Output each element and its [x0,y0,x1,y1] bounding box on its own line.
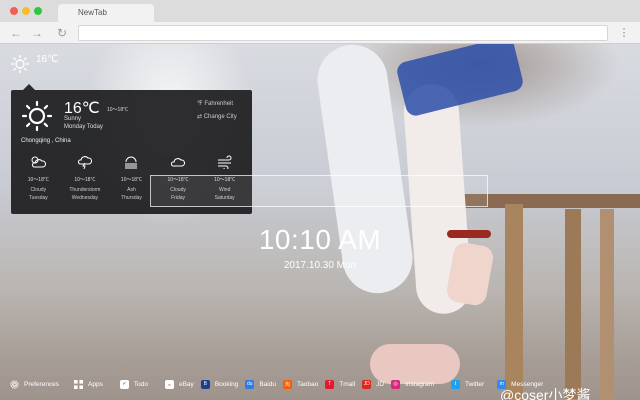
menu-button[interactable]: ⋮ [618,25,630,41]
booking-icon: B [200,379,210,389]
close-window-button[interactable] [10,7,18,15]
skirt [395,44,525,118]
taobao-icon: 淘 [282,379,292,389]
forecast-day: Wednesday [71,195,99,201]
forecast-day: Tuesday [28,195,48,201]
tab-bar: NewTab [0,0,640,22]
chair-leg [565,209,581,399]
baidu-label: Baidu [259,380,276,388]
apps-button[interactable]: Apps [74,379,103,389]
address-bar[interactable] [78,25,608,41]
forecast-item: 10～18℃ Cloudy Tuesday [16,152,60,207]
chair-leg [600,209,614,399]
tmall-icon: T [325,379,335,389]
ebay-button[interactable]: e eBay [164,379,194,389]
cloud-icon [156,152,200,172]
chair-leg [505,204,523,400]
forecast-range: 10～18℃ [27,177,49,183]
taobao-button[interactable]: 淘 Taobao [282,379,319,389]
twitter-label: Twitter [465,380,485,388]
forecast-condition: Ash [127,187,136,193]
baidu-icon: du [245,379,255,389]
ebay-label: eBay [178,380,194,388]
twitter-icon: t [451,379,461,389]
browser-toolbar: ← → ↻ ⋮ [0,22,640,44]
search-input[interactable] [150,175,488,207]
current-range: 10～18℃ [107,107,129,113]
jd-button[interactable]: JD JD [362,379,385,389]
jd-label: JD [376,380,385,388]
apps-grid-icon [74,379,84,389]
haze-icon [109,152,153,172]
booking-label: Booking [214,380,239,388]
ebay-icon: e [164,379,174,389]
instagram-icon: ◎ [391,379,401,389]
forecast-item: 10～18℃ Ash Thursday [109,152,153,207]
current-condition: Sunny [64,116,82,122]
forecast-condition: Cloudy [30,187,47,193]
weather-mini-temp: 16℃ [36,54,59,65]
kebab-menu-icon: ⋮ [618,27,630,39]
watermark-text: @coser小梦酱 [500,387,591,400]
wind-icon [203,152,247,172]
weather-mini-widget[interactable]: 16℃ [8,52,68,82]
booking-button[interactable]: B Booking [200,379,239,389]
minimize-window-button[interactable] [22,7,30,15]
back-button[interactable]: ← [8,25,24,41]
twitter-button[interactable]: t Twitter [451,379,485,389]
forward-arrow-icon: → [31,26,43,40]
forward-button[interactable]: → [29,25,45,41]
todo-check-icon: ✓ [119,379,129,389]
back-arrow-icon: ← [10,26,22,40]
clock-time: 10:10 AM [258,224,382,255]
tmall-button[interactable]: T Tmall [325,379,356,389]
instagram-button[interactable]: ◎ Instagram [391,379,435,389]
current-temp: 16℃ [64,100,100,117]
preferences-label: Preferences [24,380,60,388]
maximize-window-button[interactable] [34,7,42,15]
jd-icon: JD [362,379,372,389]
reload-icon: ↻ [56,26,68,40]
forecast-day: Thursday [121,195,142,201]
cloud-sun-icon [16,152,60,172]
sun-icon [21,100,53,137]
fahrenheit-toggle[interactable]: ℉ Fahrenheit [197,100,233,107]
preferences-button[interactable]: Preferences [10,379,60,389]
tab-newtab[interactable]: NewTab [58,4,154,22]
thunderstorm-icon [63,152,107,172]
tmall-label: Tmall [339,380,356,388]
todo-label: Todo [133,380,148,388]
sun-icon [10,54,30,79]
forecast-item: 10～18℃ Thunderstorm Wednesday [63,152,107,207]
reload-button[interactable]: ↻ [54,25,70,41]
todo-button[interactable]: ✓ Todo [119,379,148,389]
baidu-button[interactable]: du Baidu [245,379,276,389]
forecast-range: 10～18℃ [120,177,143,183]
apps-label: Apps [88,380,103,388]
clock-date: 2017.10.30 Mon [283,260,357,271]
location-label: Chongqing , China [21,138,71,144]
tab-title: NewTab [78,8,107,17]
forecast-condition: Thunderstorm [69,187,101,193]
taobao-label: Taobao [296,380,319,388]
change-city-button[interactable]: ⇄ Change City [197,113,237,120]
forecast-range: 10～18℃ [74,177,96,183]
bracelet [447,230,491,238]
instagram-label: Instagram [405,380,435,388]
gear-icon [10,379,19,389]
current-day: Monday Today [64,124,103,130]
